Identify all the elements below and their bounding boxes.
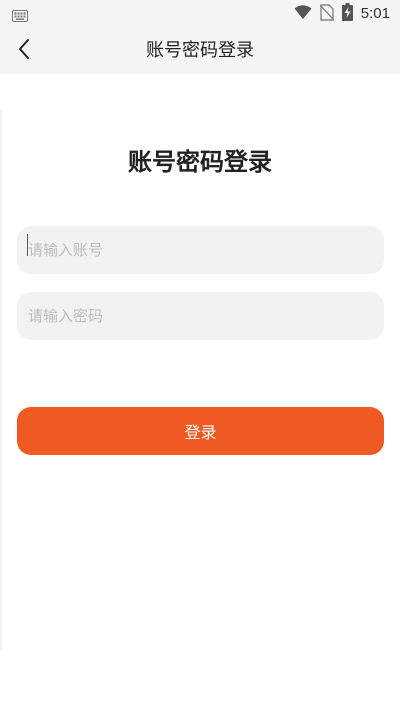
keyboard-icon [12,7,28,22]
status-time: 5:01 [360,5,390,22]
text-cursor [27,234,28,256]
no-sim-icon [319,3,335,25]
login-button[interactable]: 登录 [17,407,384,455]
wifi-icon [294,4,312,24]
battery-charging-icon [341,3,353,25]
app-bar-title: 账号密码登录 [146,40,254,61]
content-divider [0,110,3,650]
app-bar: 账号密码登录 [0,28,400,74]
status-indicators: 5:01 [294,3,390,25]
account-input[interactable] [17,226,384,274]
password-input[interactable] [17,292,384,340]
page-title: 账号密码登录 [128,148,272,176]
status-bar: 5:01 [0,0,400,28]
